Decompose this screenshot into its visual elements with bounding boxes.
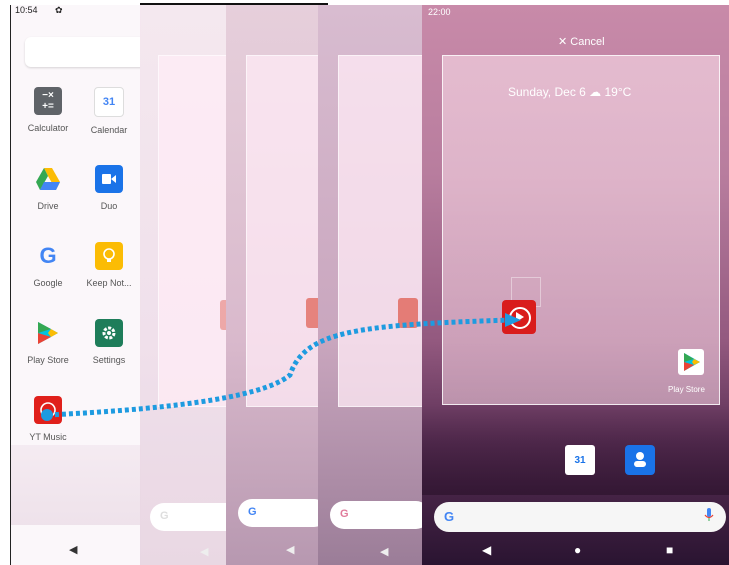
- app-settings[interactable]: Settings: [81, 319, 137, 365]
- app-search-bar[interactable]: G: [25, 37, 141, 67]
- app-label: Google: [33, 278, 63, 288]
- app-label: Duo: [100, 201, 118, 211]
- play-store-icon[interactable]: [678, 349, 704, 375]
- app-keep-notes[interactable]: Keep Not...: [81, 242, 137, 288]
- app-label: Calendar: [90, 125, 128, 135]
- app-label: Play Store: [27, 355, 69, 365]
- status-time: 10:54: [15, 5, 38, 15]
- workspace-preview: [158, 55, 226, 407]
- back-nav-button: ◀: [380, 546, 389, 558]
- search-bar-preview: G: [330, 501, 422, 529]
- home-screen: 22:00 ✕ Cancel Sunday, Dec 6 ☁ 19°C Play…: [422, 5, 729, 565]
- status-time: 22:00: [428, 7, 451, 17]
- workspace-preview: [338, 55, 422, 407]
- dragged-icon-ghost: [398, 298, 418, 328]
- frame-divider: [140, 3, 328, 5]
- back-nav-button: ◀: [200, 546, 209, 558]
- workspace-preview: [246, 55, 318, 407]
- calendar-icon: 31: [94, 87, 124, 117]
- app-label: Calculator: [27, 123, 69, 133]
- transition-frame-1: G ◀: [140, 5, 226, 565]
- google-g-icon: G: [444, 509, 455, 524]
- dragged-icon-ghost: [306, 298, 318, 328]
- play-store-label: Play Store: [668, 385, 705, 394]
- search-bar-preview: G: [238, 499, 318, 527]
- app-label: YT Music: [29, 432, 67, 442]
- calculator-icon: −× +=: [34, 87, 62, 115]
- app-label: Keep Not...: [86, 278, 132, 288]
- app-play-store[interactable]: Play Store: [20, 319, 76, 365]
- app-calendar[interactable]: 31 Calendar: [81, 87, 137, 135]
- google-search-bar[interactable]: G: [434, 502, 726, 532]
- app-google[interactable]: G Google: [20, 242, 76, 288]
- back-nav-button[interactable]: ◀: [69, 543, 77, 556]
- date-weather-widget[interactable]: Sunday, Dec 6 ☁ 19°C: [508, 85, 631, 99]
- contacts-icon[interactable]: [625, 445, 655, 475]
- home-nav-button[interactable]: ●: [574, 543, 581, 557]
- app-duo[interactable]: Duo: [81, 165, 137, 211]
- recents-nav-button[interactable]: ■: [666, 543, 673, 557]
- yt-music-icon[interactable]: [502, 300, 536, 334]
- cancel-button[interactable]: ✕ Cancel: [558, 35, 605, 48]
- transition-frame-2: G ◀: [226, 5, 318, 565]
- gear-icon: ✿: [55, 5, 63, 15]
- play-store-icon: [34, 319, 62, 347]
- yt-music-icon: [34, 396, 62, 424]
- drive-icon: [34, 165, 62, 193]
- app-calculator[interactable]: −× += Calculator: [20, 87, 76, 133]
- duo-icon: [95, 165, 123, 193]
- mic-icon[interactable]: [704, 508, 714, 525]
- background-hills: [11, 445, 141, 525]
- app-yt-music[interactable]: YT Music: [20, 396, 76, 442]
- transition-frame-3: G ◀: [318, 5, 422, 565]
- app-drive[interactable]: Drive: [20, 165, 76, 211]
- app-drawer: 10:54 ✿ G −×+= Calculator 31 Calendar Dr…: [10, 5, 141, 565]
- gear-icon: [95, 319, 123, 347]
- google-icon: G: [39, 243, 57, 268]
- back-nav-button: ◀: [286, 544, 295, 556]
- app-label: Drive: [37, 201, 59, 211]
- search-bar-preview: G: [150, 503, 226, 531]
- back-nav-button[interactable]: ◀: [482, 543, 491, 557]
- keep-bulb-icon: [95, 242, 123, 270]
- calendar-icon[interactable]: 31: [565, 445, 595, 475]
- app-label: Settings: [92, 355, 126, 365]
